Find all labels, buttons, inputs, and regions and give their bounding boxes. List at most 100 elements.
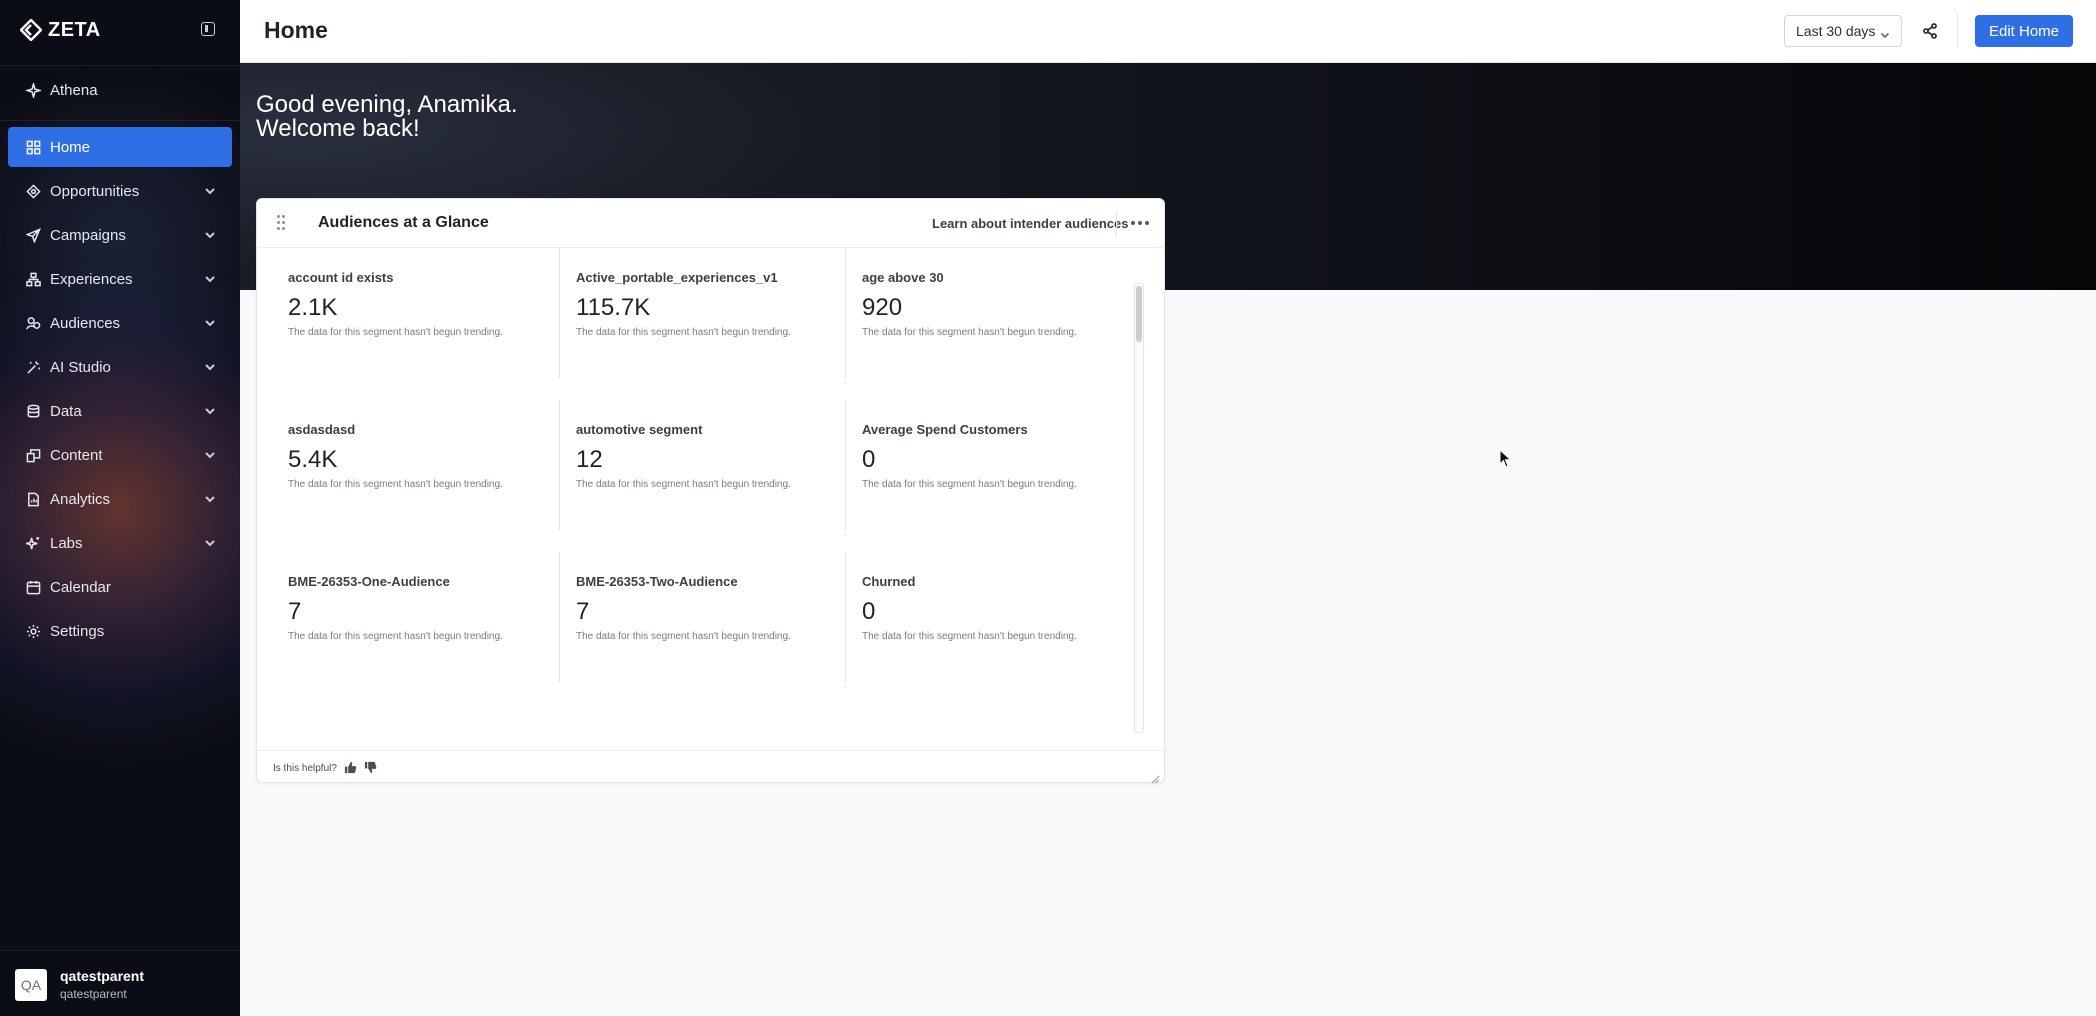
people-icon (25, 315, 41, 331)
sidebar-item-label: Campaigns (50, 226, 126, 244)
card-footer: Is this helpful? (257, 750, 1164, 784)
chevron-down-icon (204, 492, 216, 504)
segment-name: automotive segment (576, 422, 703, 437)
sidebar-item-campaigns[interactable]: Campaigns (8, 215, 232, 255)
chevron-down-icon (204, 404, 216, 416)
thumbs-down-icon[interactable] (364, 761, 377, 774)
segment-tile[interactable]: automotive segment 12 The data for this … (559, 400, 845, 530)
chevron-down-icon (204, 184, 216, 196)
share-button[interactable] (1916, 17, 1944, 45)
more-options-icon[interactable] (1131, 215, 1149, 231)
thumbs-up-icon[interactable] (344, 761, 357, 774)
segment-tile[interactable]: BME-26353-One-Audience 7 The data for th… (257, 552, 543, 682)
sidebar-item-label: Experiences (50, 270, 133, 288)
segment-tile[interactable]: Active_portable_experiences_v1 115.7K Th… (559, 248, 845, 378)
sparkle-icon (25, 82, 41, 98)
page-header: Home Last 30 days Edit Home (240, 0, 2096, 63)
sidebar-item-label: Athena (50, 81, 98, 99)
scrollbar-thumb[interactable] (1136, 286, 1142, 342)
segment-tile[interactable]: Average Spend Customers 0 The data for t… (845, 400, 1131, 530)
sidebar-item-calendar[interactable]: Calendar (8, 567, 232, 607)
segment-value: 0 (862, 446, 876, 473)
segment-name: Churned (862, 574, 916, 589)
user-name: qatestparent (60, 968, 145, 984)
brand-logo[interactable]: ZETA (20, 18, 101, 42)
segment-value: 7 (288, 598, 302, 625)
segment-scrollbar[interactable] (1134, 283, 1144, 733)
header-divider (1957, 14, 1958, 48)
segment-name: age above 30 (862, 270, 944, 285)
wand-icon (25, 359, 41, 375)
sidebar-item-ai-studio[interactable]: AI Studio (8, 347, 232, 387)
calendar-icon (25, 579, 41, 595)
learn-intender-audiences-link[interactable]: Learn about intender audiences (932, 216, 1129, 231)
diamond-icon (25, 183, 41, 199)
card-title: Audiences at a Glance (318, 214, 489, 231)
sidebar-item-audiences[interactable]: Audiences (8, 303, 232, 343)
sidebar-item-home[interactable]: Home (8, 127, 232, 167)
segment-value: 7 (576, 598, 590, 625)
segment-note: The data for this segment hasn't begun t… (576, 327, 791, 338)
segment-name: account id exists (288, 270, 394, 285)
greeting: Good evening, Anamika. Welcome back! (256, 93, 518, 141)
sidebar-item-content[interactable]: Content (8, 435, 232, 475)
date-range-select[interactable]: Last 30 days (1784, 15, 1902, 47)
segment-value: 2.1K (288, 294, 338, 321)
edit-home-button[interactable]: Edit Home (1975, 15, 2073, 47)
segment-name: asdasdasd (288, 422, 356, 437)
sidebar-item-athena[interactable]: Athena (8, 70, 232, 110)
drag-handle-icon[interactable] (277, 215, 285, 231)
divider (0, 120, 240, 121)
report-icon (25, 491, 41, 507)
flow-icon (25, 271, 41, 287)
segment-tile[interactable]: asdasdasd 5.4K The data for this segment… (257, 400, 543, 530)
user-account: qatestparent (60, 987, 127, 1001)
segment-note: The data for this segment hasn't begun t… (576, 631, 791, 642)
sidebar-item-label: Home (50, 138, 91, 156)
segment-note: The data for this segment hasn't begun t… (576, 479, 791, 490)
sidebar-item-opportunities[interactable]: Opportunities (8, 171, 232, 211)
resize-handle-icon[interactable] (1151, 771, 1160, 784)
segment-note: The data for this segment hasn't begun t… (288, 479, 503, 490)
segment-note: The data for this segment hasn't begun t… (288, 327, 503, 338)
sidebar-item-labs[interactable]: Labs (8, 523, 232, 563)
greeting-line: Good evening, Anamika. (256, 91, 518, 118)
segment-tile[interactable]: account id exists 2.1K The data for this… (257, 248, 543, 378)
segment-value: 12 (576, 446, 603, 473)
sidebar-item-data[interactable]: Data (8, 391, 232, 431)
date-range-value: Last 30 days (1796, 23, 1876, 39)
sidebar-item-analytics[interactable]: Analytics (8, 479, 232, 519)
segment-tile[interactable]: Churned 0 The data for this segment hasn… (845, 552, 1131, 682)
segment-tile[interactable]: BME-26353-Two-Audience 7 The data for th… (559, 552, 845, 682)
sidebar-item-label: Labs (50, 534, 83, 552)
grid-icon (25, 139, 41, 155)
avatar: QA (15, 969, 47, 1001)
segment-value: 920 (862, 294, 903, 321)
segment-name: BME-26353-One-Audience (288, 574, 450, 589)
zeta-logo-icon (20, 19, 42, 41)
audiences-at-a-glance-card: Audiences at a Glance Learn about intend… (256, 198, 1165, 784)
segment-tile[interactable]: age above 30 920 The data for this segme… (845, 248, 1131, 378)
collapse-sidebar-icon[interactable] (201, 22, 215, 36)
feedback-prompt: Is this helpful? (273, 763, 337, 774)
database-icon (25, 403, 41, 419)
sidebar-item-label: AI Studio (50, 358, 111, 376)
sidebar-item-label: Data (50, 402, 82, 420)
sidebar-item-label: Audiences (50, 314, 121, 332)
brand-name: ZETA (48, 18, 101, 41)
user-profile[interactable]: QA qatestparent qatestparent (0, 950, 240, 1016)
chevron-down-icon (204, 316, 216, 328)
send-icon (25, 227, 41, 243)
sidebar-item-label: Settings (50, 622, 105, 640)
sidebar: ZETA Athena Home Opportunities Campaigns… (0, 0, 240, 1016)
page-title: Home (264, 17, 328, 43)
chevron-down-icon (204, 228, 216, 240)
segment-value: 0 (862, 598, 876, 625)
mouse-cursor-icon (1499, 448, 1513, 469)
segment-value: 5.4K (288, 446, 338, 473)
segment-grid: account id exists 2.1K The data for this… (257, 248, 1145, 734)
segment-note: The data for this segment hasn't begun t… (288, 631, 503, 642)
segment-note: The data for this segment hasn't begun t… (862, 327, 1077, 338)
sidebar-item-settings[interactable]: Settings (8, 611, 232, 651)
sidebar-item-experiences[interactable]: Experiences (8, 259, 232, 299)
